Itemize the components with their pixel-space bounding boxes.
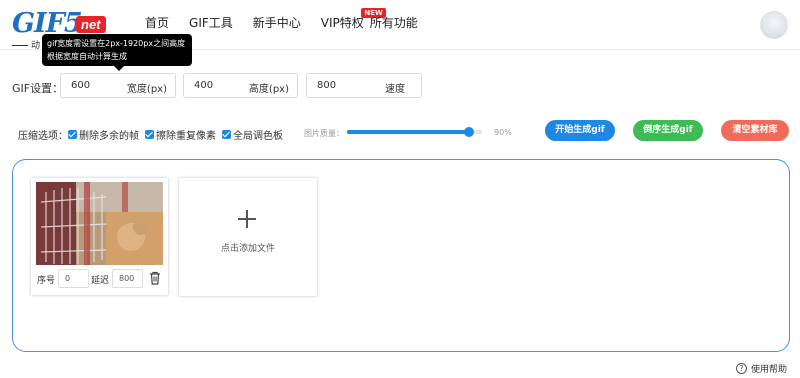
- compress-label: 压缩选项：: [18, 131, 68, 142]
- seq-input[interactable]: 0: [58, 269, 89, 288]
- main-nav: 首页 GIF工具 新手中心 VIP特权 NEW 所有功能: [145, 8, 438, 31]
- quality-slider-fill: [347, 130, 469, 134]
- quality-slider[interactable]: [347, 127, 482, 137]
- frame-thumbnail-image: [36, 182, 163, 265]
- help-link[interactable]: ? 使用帮助: [736, 362, 787, 375]
- gif-settings-label: GIF设置：: [12, 82, 64, 95]
- checkbox-label: 擦除重复像素: [156, 131, 216, 142]
- add-file-label: 点击添加文件: [220, 244, 275, 254]
- frame-thumbnail[interactable]: [36, 182, 163, 265]
- logo-subtitle: 动: [12, 38, 40, 51]
- delay-input[interactable]: 800: [112, 269, 143, 288]
- help-label: 使用帮助: [751, 365, 788, 375]
- start-generate-button[interactable]: 开始生成gif: [545, 120, 615, 141]
- nav-vip[interactable]: VIP特权 NEW: [320, 8, 386, 31]
- nav-beginner-center[interactable]: 新手中心: [253, 15, 301, 31]
- compress-options: 压缩选项： 删除多余的帧 擦除重复像素 全局调色板: [18, 127, 289, 142]
- trash-icon[interactable]: [149, 271, 161, 285]
- reverse-generate-button[interactable]: 倒序生成gif: [633, 120, 703, 141]
- nav-vip-label: VIP特权: [320, 16, 364, 30]
- seq-label: 序号: [37, 276, 56, 286]
- width-tooltip: gif宽度需设置在2px-1920px之间高度 根据宽度自动计算生成: [42, 34, 192, 71]
- quality-slider-thumb[interactable]: [463, 127, 474, 137]
- checkbox-checked-icon: [68, 130, 77, 139]
- height-value: 400: [194, 80, 214, 91]
- checkbox-erase-pixels[interactable]: 擦除重复像素: [145, 127, 216, 142]
- width-field[interactable]: 600 宽度(px): [60, 73, 176, 98]
- width-unit: 宽度(px): [126, 84, 167, 95]
- nav-all-features[interactable]: 所有功能: [370, 15, 418, 31]
- height-unit: 高度(px): [248, 84, 289, 95]
- width-value: 600: [71, 80, 91, 91]
- frame-card: 序号 0 延迟 800: [31, 178, 168, 295]
- delay-label: 延迟: [91, 276, 110, 286]
- user-avatar[interactable]: [760, 11, 788, 39]
- page: GIF5 net 动 首页 GIF工具 新手中心 VIP特权 NEW 所有功能 …: [0, 0, 800, 378]
- question-icon: ?: [736, 363, 747, 374]
- quality-value: 90%: [494, 128, 512, 137]
- speed-value: 800: [317, 80, 337, 91]
- checkbox-label: 全局调色板: [233, 131, 283, 142]
- frame-controls: 序号 0 延迟 800: [35, 268, 165, 290]
- nav-home[interactable]: 首页: [145, 15, 169, 31]
- speed-field[interactable]: 800 速度: [306, 73, 422, 98]
- checkbox-checked-icon: [145, 130, 154, 139]
- checkbox-remove-frames[interactable]: 删除多余的帧: [68, 127, 139, 142]
- clear-library-button[interactable]: 清空素材库: [721, 120, 789, 141]
- tooltip-line-1: gif宽度需设置在2px-1920px之间高度: [47, 39, 186, 48]
- quality-label: 图片质量：: [304, 129, 344, 138]
- logo-net-badge: net: [76, 16, 106, 33]
- checkbox-label: 删除多余的帧: [79, 131, 139, 142]
- tooltip-line-2: 根据宽度自动计算生成: [47, 52, 127, 61]
- height-field[interactable]: 400 高度(px): [183, 73, 298, 98]
- add-file-card[interactable]: 点击添加文件: [179, 178, 317, 296]
- speed-unit: 速度: [385, 84, 405, 95]
- plus-icon: [238, 210, 256, 228]
- nav-gif-tools[interactable]: GIF工具: [189, 15, 233, 31]
- checkbox-global-palette[interactable]: 全局调色板: [222, 127, 283, 142]
- checkbox-checked-icon: [222, 130, 231, 139]
